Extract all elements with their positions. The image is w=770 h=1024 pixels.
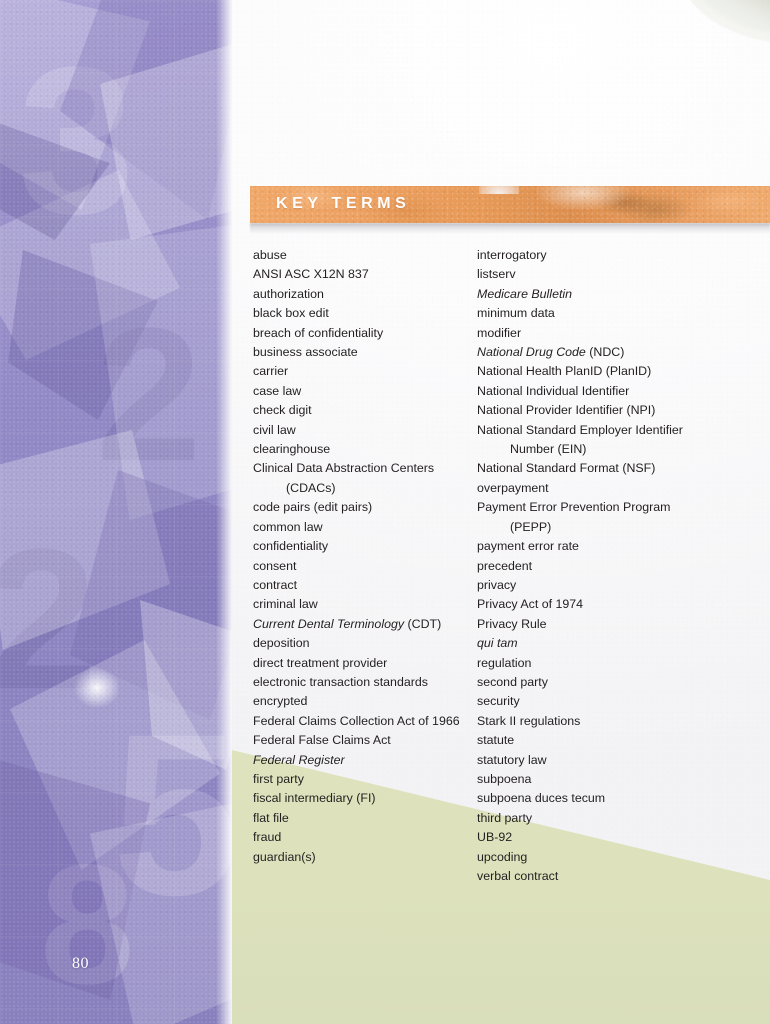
sidebar-edge-fade: [216, 0, 232, 1024]
page-number: 80: [72, 955, 89, 972]
key-term-item: Federal Claims Collection Act of 1966: [253, 713, 460, 728]
key-terms-list: abuse ANSI ASC X12N 837 authorization black…: [253, 246, 753, 886]
key-term-item: deposition: [253, 636, 310, 651]
key-term-item: common law: [253, 519, 323, 534]
key-term-item: criminal law: [253, 597, 318, 612]
key-term-item: ANSI ASC X12N 837: [253, 267, 369, 282]
key-term-item: security: [477, 694, 520, 709]
key-term-item: consent: [253, 558, 297, 573]
key-term-item: regulation: [477, 655, 532, 670]
key-term-item: case law: [253, 383, 302, 398]
key-term-item: Number (EIN): [510, 442, 587, 457]
key-term-item: National Standard Employer Identifier: [477, 422, 683, 437]
key-terms-left-column: abuse ANSI ASC X12N 837 authorization black…: [253, 246, 477, 886]
key-term-item: upcoding: [477, 849, 528, 864]
key-term-item: Federal Register: [253, 751, 477, 770]
key-term-italic-part: Medicare Bulletin: [477, 286, 573, 301]
banner-notch-decor: [478, 186, 519, 194]
key-term-item: flat file: [253, 810, 289, 825]
key-term-item: Privacy Act of 1974: [477, 597, 584, 612]
key-term-item: qui tam: [477, 634, 701, 653]
key-term-item: abuse: [253, 248, 287, 262]
key-term-italic-part: qui tam: [477, 636, 518, 651]
key-term-item: electronic transaction standards: [253, 674, 428, 689]
key-term-item: contract: [253, 577, 298, 592]
key-term-item: clearinghouse: [253, 442, 331, 457]
key-term-item: interrogatory: [477, 248, 547, 262]
key-term-item: (CDACs): [286, 480, 336, 495]
banner-drop-shadow: [250, 223, 770, 234]
key-term-italic-part: Current Dental Terminology: [253, 616, 405, 631]
sidebar-noise-overlay: [0, 0, 232, 1024]
key-term-item: black box edit: [253, 306, 329, 321]
key-term-item: Clinical Data Abstraction Centers: [253, 461, 435, 476]
key-term-item: listserv: [477, 267, 516, 282]
key-term-item: Payment Error Prevention Program: [477, 500, 671, 515]
key-term-item: second party: [477, 674, 548, 689]
key-term-item: privacy: [477, 577, 517, 592]
key-term-item: subpoena duces tecum: [477, 791, 606, 806]
textbook-page: 3 2 5 2 8 80 KEY TERMS abuse ANSI ASC X1…: [0, 0, 770, 1024]
key-term-item: National Drug Code (NDC): [477, 345, 625, 360]
key-term-item: National Individual Identifier: [477, 383, 630, 398]
key-term-item: Stark II regulations: [477, 713, 581, 728]
key-term-item: statute: [477, 733, 515, 748]
key-term-item: overpayment: [477, 480, 549, 495]
key-term-item: National Provider Identifier (NPI): [477, 403, 656, 418]
key-term-italic-part: National Drug Code: [477, 345, 586, 360]
key-term-item: code pairs (edit pairs): [253, 500, 373, 515]
key-term-item: business associate: [253, 345, 358, 360]
sidebar-purple-collage: 3 2 5 2 8 80: [0, 0, 232, 1024]
key-term-item: guardian(s): [253, 849, 316, 864]
key-term-item: first party: [253, 771, 304, 786]
key-term-item: verbal contract: [477, 869, 559, 883]
key-term-item: modifier: [477, 325, 522, 340]
key-term-item: check digit: [253, 403, 312, 418]
key-term-item: fiscal intermediary (FI): [253, 791, 376, 806]
key-term-item: civil law: [253, 422, 296, 437]
key-term-item: subpoena: [477, 771, 532, 786]
key-term-item: fraud: [253, 830, 282, 845]
key-term-item: statutory law: [477, 752, 547, 767]
key-term-item: Privacy Rule: [477, 616, 547, 631]
key-term-item: precedent: [477, 558, 533, 573]
key-term-item: authorization: [253, 286, 324, 301]
key-terms-banner: KEY TERMS: [250, 186, 770, 234]
key-term-item: breach of confidentiality: [253, 325, 384, 340]
key-term-italic-part: Federal Register: [253, 752, 345, 767]
key-term-item: Current Dental Terminology (CDT): [253, 616, 442, 631]
key-term-item: third party: [477, 810, 533, 825]
key-term-item: minimum data: [477, 306, 555, 321]
key-term-item: encrypted: [253, 694, 308, 709]
key-term-item: carrier: [253, 364, 289, 379]
key-term-item: direct treatment provider: [253, 655, 388, 670]
key-term-item: Federal False Claims Act: [253, 733, 391, 748]
key-term-item: National Health PlanID (PlanID): [477, 364, 652, 379]
key-term-item: National Standard Format (NSF): [477, 461, 656, 476]
key-term-item: Medicare Bulletin: [477, 285, 701, 304]
key-term-item: UB-92: [477, 830, 513, 845]
key-term-item: payment error rate: [477, 539, 579, 554]
key-term-item: confidentiality: [253, 539, 329, 554]
key-terms-right-column: interrogatory listserv Medicare Bulletin mi…: [477, 246, 701, 886]
banner-title: KEY TERMS: [276, 195, 411, 212]
key-term-item: (PEPP): [510, 519, 552, 534]
